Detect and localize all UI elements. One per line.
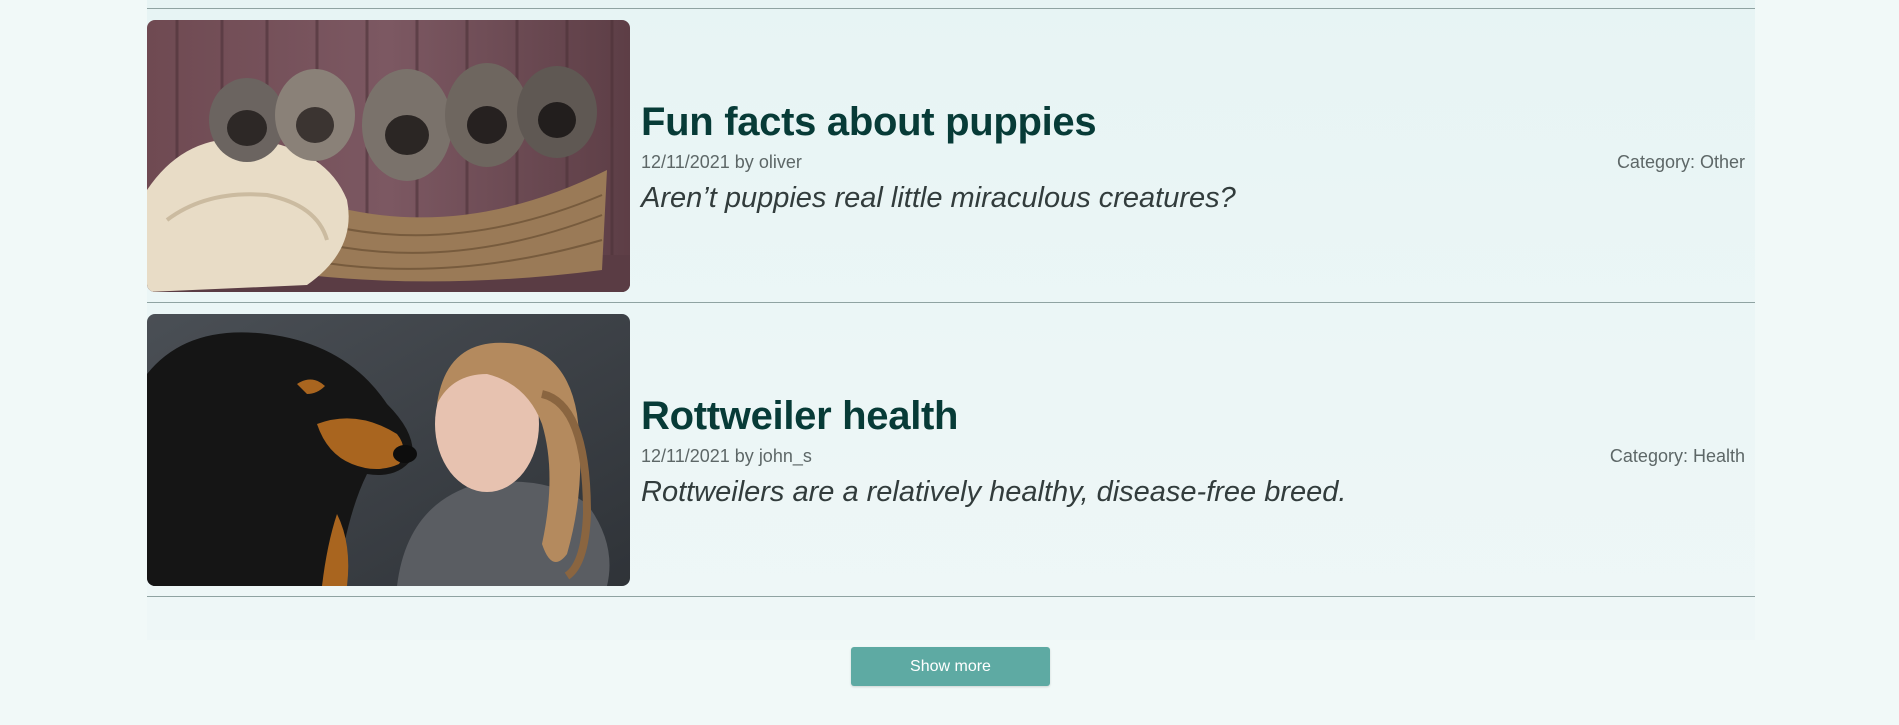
post-excerpt: Rottweilers are a relatively healthy, di… (641, 476, 1347, 508)
post-by-label: by (734, 446, 754, 466)
divider (147, 8, 1755, 9)
post-meta: 12/11/2021 by john_s Category: Health (641, 446, 1745, 468)
post-content: Fun facts about puppies 12/11/2021 by ol… (641, 20, 1745, 292)
post-author: oliver (758, 152, 802, 172)
post-excerpt: Aren’t puppies real little miraculous cr… (641, 182, 1236, 214)
post-card[interactable]: Fun facts about puppies 12/11/2021 by ol… (147, 20, 1755, 292)
puppies-image (147, 20, 630, 292)
post-category: Category: Other (1616, 152, 1745, 172)
page: Fun facts about puppies 12/11/2021 by ol… (0, 0, 1899, 725)
rottweiler-image (147, 314, 630, 586)
post-card[interactable]: Rottweiler health 12/11/2021 by john_s C… (147, 314, 1755, 586)
post-thumbnail[interactable] (147, 314, 630, 586)
divider (147, 596, 1755, 597)
post-date: 12/11/2021 (641, 152, 730, 172)
post-date: 12/11/2021 (641, 446, 730, 466)
post-author: john_s (758, 446, 812, 466)
post-content: Rottweiler health 12/11/2021 by john_s C… (641, 314, 1745, 586)
post-thumbnail[interactable] (147, 20, 630, 292)
divider (147, 302, 1755, 303)
post-by-label: by (734, 152, 754, 172)
show-more-button[interactable]: Show more (851, 647, 1050, 686)
post-meta: 12/11/2021 by oliver Category: Other (641, 152, 1745, 174)
post-category: Category: Health (1609, 446, 1745, 466)
post-title[interactable]: Fun facts about puppies (641, 100, 1097, 145)
post-title[interactable]: Rottweiler health (641, 394, 958, 439)
